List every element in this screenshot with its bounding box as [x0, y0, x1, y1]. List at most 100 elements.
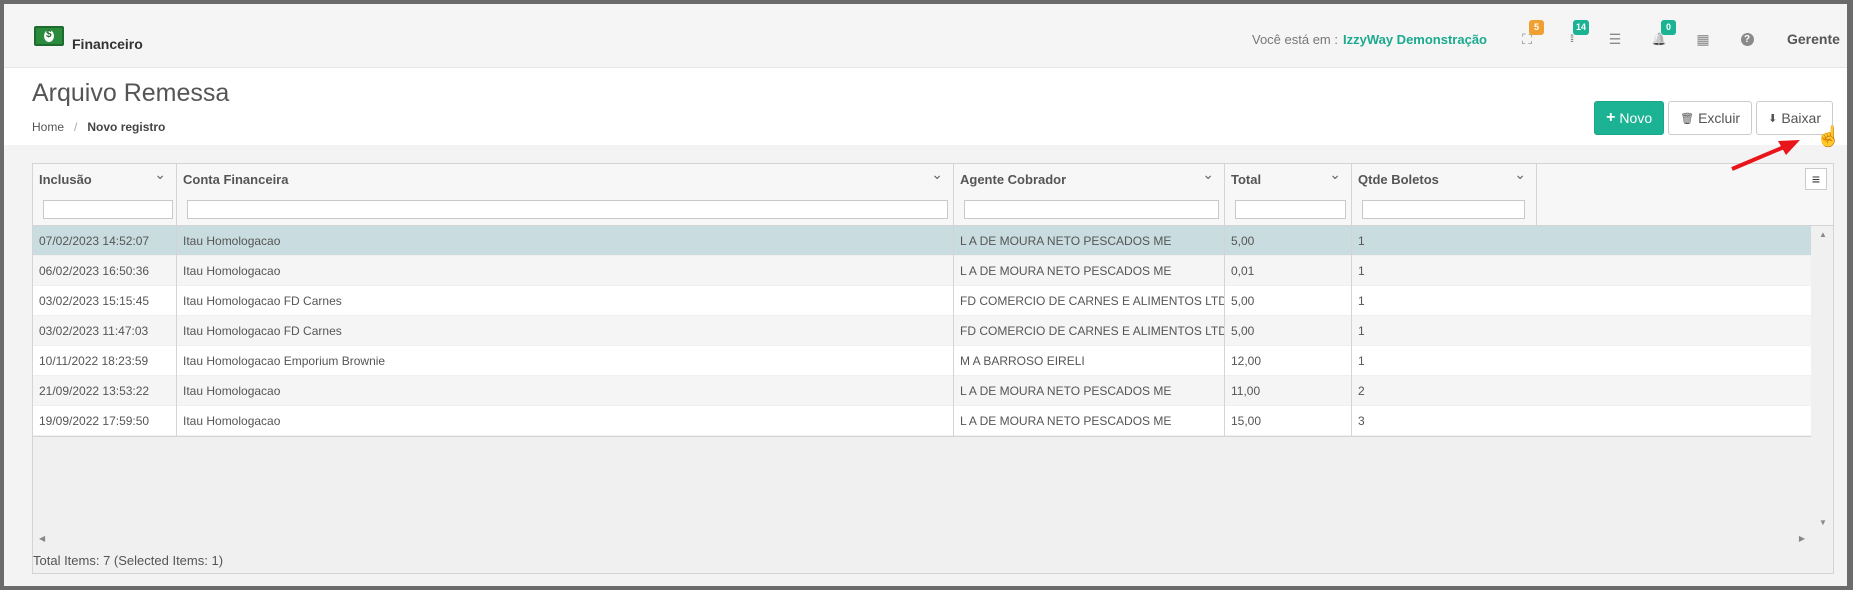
money-icon: $: [34, 26, 64, 46]
user-menu[interactable]: Gerente: [1787, 31, 1847, 47]
download-icon: ⬇: [1768, 112, 1778, 125]
cell-total: 15,00: [1225, 406, 1352, 436]
cell-qtde: 1: [1358, 234, 1365, 248]
table-row[interactable]: 10/11/2022 18:23:59 Itau Homologacao Empo…: [33, 346, 1811, 376]
cell-conta: Itau Homologacao FD Carnes: [177, 316, 954, 346]
scroll-left-icon[interactable]: ◀: [39, 534, 45, 543]
cell-inclusao: 19/09/2022 17:59:50: [33, 406, 177, 436]
annotation-arrow-icon: [1731, 140, 1800, 171]
cell-inclusao: 03/02/2023 11:47:03: [33, 316, 177, 346]
cell-agente: FD COMERCIO DE CARNES E ALIMENTOS LTDA: [954, 316, 1225, 346]
top-right-area: Você está em : IzzyWay Demonstração ⛶ 5 ⁞⁞…: [1251, 20, 1847, 52]
column-header-inclusao[interactable]: Inclusão ⌄: [33, 164, 177, 225]
horizontal-scrollbar[interactable]: ◀ ▶: [33, 531, 1811, 549]
column-header-total[interactable]: Total ⌄: [1225, 164, 1352, 225]
column-header-agente[interactable]: Agente Cobrador ⌄: [954, 164, 1225, 225]
column-title: Inclusão: [39, 172, 92, 187]
context-company[interactable]: IzzyWay Demonstração: [1343, 32, 1487, 47]
cell-agente: L A DE MOURA NETO PESCADOS ME: [954, 376, 1225, 406]
chevron-down-icon[interactable]: ⌄: [1514, 166, 1526, 183]
column-title: Total: [1231, 172, 1262, 187]
cell-qtde: 2: [1358, 384, 1365, 398]
breadcrumb-home[interactable]: Home: [32, 120, 64, 134]
cell-agente: L A DE MOURA NETO PESCADOS ME: [954, 256, 1225, 286]
grid-icon[interactable]: ⁞⁞⁞ 14: [1549, 20, 1593, 52]
cell-qtde: 1: [1358, 294, 1365, 308]
grid-header: ≡ Inclusão ⌄ Conta Financeira ⌄ Agente Cobra…: [33, 164, 1833, 226]
novo-button[interactable]: + Novo: [1594, 101, 1665, 135]
cell-agente: M A BARROSO EIRELI: [954, 346, 1225, 376]
context-prefix: Você está em :: [1251, 31, 1338, 47]
scroll-up-icon[interactable]: ▲: [1819, 230, 1827, 239]
grid-icon-glyph: ⁞⁞⁞: [1569, 33, 1575, 45]
cell-conta: Itau Homologacao: [177, 376, 954, 406]
grid-footer: Total Items: 7 (Selected Items: 1): [33, 553, 224, 568]
cell-total: 0,01: [1225, 256, 1352, 286]
filter-input-conta[interactable]: [187, 200, 948, 219]
list-icon[interactable]: ☰: [1593, 26, 1637, 52]
grid-rows: 07/02/2023 14:52:07 Itau Homologacao L A D…: [33, 226, 1811, 436]
page-title: Arquivo Remessa: [32, 79, 230, 107]
excluir-button[interactable]: 🗑 Excluir: [1668, 101, 1753, 135]
cell-total: 11,00: [1225, 376, 1352, 406]
vertical-scrollbar[interactable]: ▲ ▼: [1811, 226, 1833, 531]
excluir-label: Excluir: [1698, 110, 1741, 126]
cell-inclusao: 10/11/2022 18:23:59: [33, 346, 177, 376]
grid-menu-icon[interactable]: ≡: [1805, 168, 1827, 190]
cell-total: 12,00: [1225, 346, 1352, 376]
calendar-icon[interactable]: ▦: [1681, 26, 1725, 52]
page-actions: + Novo 🗑 Excluir ⬇ Baixar: [1594, 101, 1833, 135]
scroll-down-icon[interactable]: ▼: [1819, 518, 1827, 527]
cell-qtde: 1: [1358, 264, 1365, 278]
filter-input-qtde[interactable]: [1362, 200, 1525, 219]
cell-agente: L A DE MOURA NETO PESCADOS ME: [954, 226, 1225, 256]
column-title: Agente Cobrador: [960, 172, 1067, 187]
filter-input-inclusao[interactable]: [43, 200, 173, 219]
page-header: Arquivo Remessa Home / Novo registro + N…: [4, 69, 1847, 145]
cell-inclusao: 21/09/2022 13:53:22: [33, 376, 177, 406]
cell-inclusao: 06/02/2023 16:50:36: [33, 256, 177, 286]
chevron-down-icon[interactable]: ⌄: [154, 166, 166, 183]
chevron-down-icon[interactable]: ⌄: [1329, 166, 1341, 183]
filter-input-total[interactable]: [1235, 200, 1346, 219]
remessa-grid: ≡ Inclusão ⌄ Conta Financeira ⌄ Agente Cobra…: [32, 163, 1834, 574]
help-icon[interactable]: ?: [1725, 26, 1769, 52]
scroll-right-icon[interactable]: ▶: [1799, 534, 1805, 543]
hand-cursor-icon: ☝: [1816, 126, 1841, 148]
table-row[interactable]: 03/02/2023 15:15:45 Itau Homologacao FD C…: [33, 286, 1811, 316]
cell-conta: Itau Homologacao: [177, 226, 954, 256]
cell-inclusao: 07/02/2023 14:52:07: [33, 226, 177, 256]
cell-agente: L A DE MOURA NETO PESCADOS ME: [954, 406, 1225, 436]
bell-badge: 0: [1661, 20, 1676, 35]
breadcrumb: Home / Novo registro: [32, 120, 165, 134]
sitemap-badge: 5: [1529, 20, 1544, 35]
plus-icon: +: [1606, 109, 1616, 126]
cell-inclusao: 03/02/2023 15:15:45: [33, 286, 177, 316]
module-brand[interactable]: $ Financeiro: [34, 26, 143, 52]
filter-input-agente[interactable]: [964, 200, 1219, 219]
content-area: ≡ Inclusão ⌄ Conta Financeira ⌄ Agente Cobra…: [4, 145, 1847, 586]
column-header-conta[interactable]: Conta Financeira ⌄: [177, 164, 954, 225]
sitemap-icon[interactable]: ⛶ 5: [1505, 20, 1549, 52]
table-row[interactable]: 19/09/2022 17:59:50 Itau Homologacao L A D…: [33, 406, 1811, 436]
cell-conta: Itau Homologacao: [177, 406, 954, 436]
table-row[interactable]: 03/02/2023 11:47:03 Itau Homologacao FD C…: [33, 316, 1811, 346]
chevron-down-icon[interactable]: ⌄: [931, 166, 943, 183]
column-title: Conta Financeira: [183, 172, 289, 187]
cell-conta: Itau Homologacao: [177, 256, 954, 286]
grid-badge: 14: [1573, 20, 1590, 35]
cell-conta: Itau Homologacao FD Carnes: [177, 286, 954, 316]
cell-qtde: 3: [1358, 414, 1365, 428]
bell-icon[interactable]: 🔔 0: [1637, 20, 1681, 52]
cell-agente: FD COMERCIO DE CARNES E ALIMENTOS LTDA: [954, 286, 1225, 316]
cell-qtde: 1: [1358, 354, 1365, 368]
table-row[interactable]: 06/02/2023 16:50:36 Itau Homologacao L A D…: [33, 256, 1811, 286]
table-row[interactable]: 21/09/2022 13:53:22 Itau Homologacao L A D…: [33, 376, 1811, 406]
table-row[interactable]: 07/02/2023 14:52:07 Itau Homologacao L A D…: [33, 226, 1811, 256]
column-title: Qtde Boletos: [1358, 172, 1439, 187]
column-header-qtde[interactable]: Qtde Boletos ⌄: [1352, 164, 1537, 225]
cell-conta: Itau Homologacao Emporium Brownie: [177, 346, 954, 376]
help-icon-glyph: ?: [1740, 32, 1754, 46]
chevron-down-icon[interactable]: ⌄: [1202, 166, 1214, 183]
cell-total: 5,00: [1225, 226, 1352, 256]
